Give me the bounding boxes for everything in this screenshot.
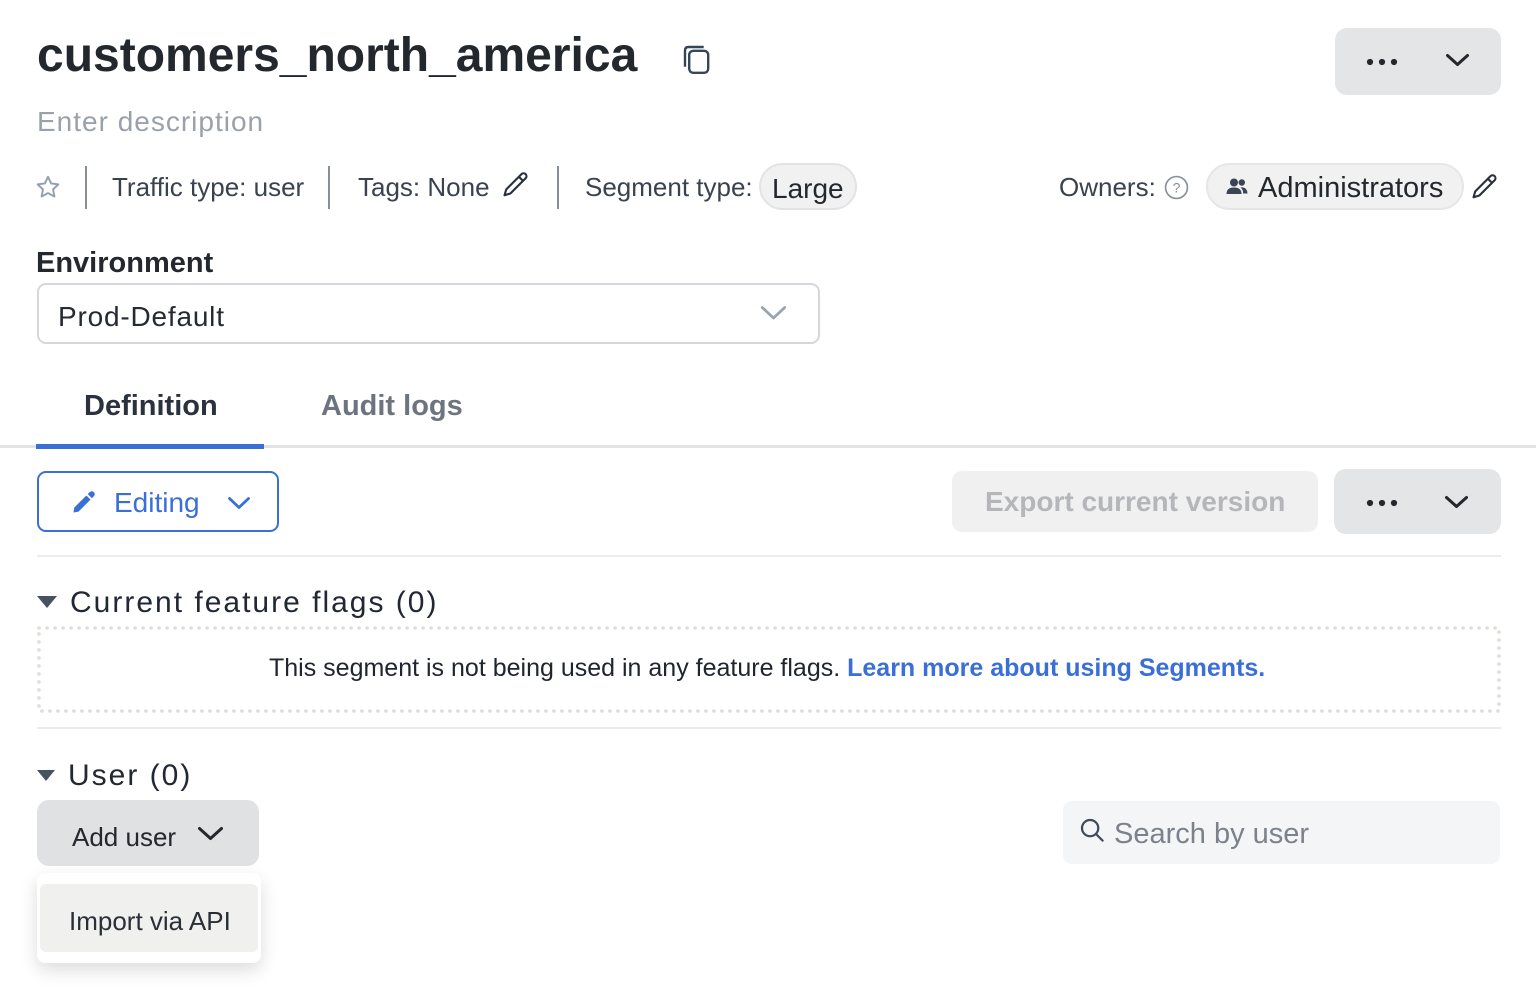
svg-text:?: ? [1173, 180, 1181, 196]
